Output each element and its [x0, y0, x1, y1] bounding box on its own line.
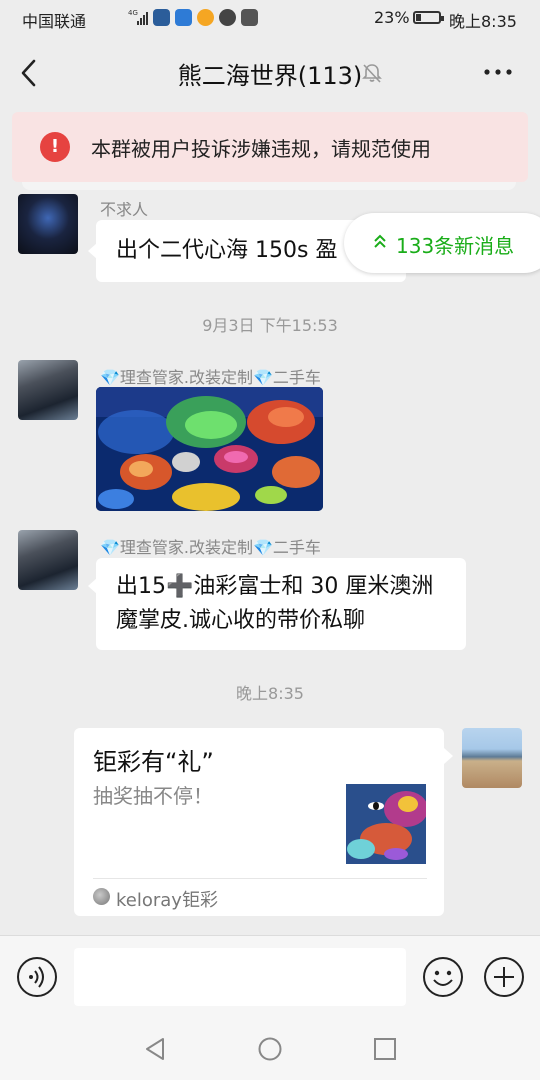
coral-image-art: [96, 387, 323, 511]
card-thumbnail: [346, 784, 426, 864]
warning-icon: !: [40, 132, 70, 162]
card-thumbnail-art: [346, 784, 426, 864]
nav-recent-icon[interactable]: [372, 1036, 398, 1062]
plus-icon[interactable]: [483, 956, 525, 998]
qq-icon: [197, 9, 214, 26]
weibo-icon: [175, 9, 192, 26]
network-type-label: 4G: [128, 9, 138, 17]
status-time: 晚上8:35: [449, 12, 517, 31]
sender-name: 💎理查管家.改装定制💎二手车: [100, 368, 321, 387]
double-chevron-up-icon: [374, 234, 386, 248]
status-icons: 4G: [128, 9, 258, 26]
chat-title: 熊二海世界(113): [177, 62, 363, 90]
avatar[interactable]: [462, 728, 522, 788]
message-bubble[interactable]: 出15➕油彩富士和 30 厘米澳洲魔掌皮.诚心收的带价私聊: [96, 558, 466, 650]
avatar[interactable]: [18, 530, 78, 590]
warning-text: 本群被用户投诉涉嫌违规，请规范使用: [91, 137, 431, 161]
app-notification-icon: [153, 9, 170, 26]
card-title: 钜彩有“礼”: [93, 748, 214, 776]
source-logo-icon: [93, 888, 110, 905]
bubble-tail: [444, 748, 453, 764]
battery-percent: 23%: [374, 8, 410, 27]
browser-icon: [219, 9, 236, 26]
card-description: 抽奖抽不停！: [93, 784, 213, 808]
timestamp: 9月3日 下午15:53: [202, 316, 338, 335]
avatar[interactable]: [18, 194, 78, 254]
sender-name: 💎理查管家.改装定制💎二手车: [100, 538, 321, 557]
sender-name: 不求人: [100, 200, 149, 219]
avatar[interactable]: [18, 360, 78, 420]
carrier-label: 中国联通: [22, 12, 87, 31]
message-input[interactable]: [74, 948, 406, 1006]
nav-home-icon[interactable]: [257, 1036, 283, 1062]
emoji-icon[interactable]: [422, 956, 464, 998]
card-source: keloray钜彩: [116, 890, 218, 911]
timestamp: 晚上8:35: [236, 684, 304, 703]
signal-icon: 4G: [128, 9, 148, 25]
voice-icon[interactable]: [16, 956, 58, 998]
new-messages-label: 133条新消息: [396, 234, 515, 258]
more-icon[interactable]: [482, 62, 514, 82]
mail-icon: [241, 9, 258, 26]
nav-back-icon[interactable]: [142, 1036, 168, 1062]
mute-icon: [362, 64, 382, 83]
card-divider: [93, 878, 427, 879]
battery-icon: [413, 11, 444, 24]
coral-image[interactable]: [96, 387, 323, 511]
